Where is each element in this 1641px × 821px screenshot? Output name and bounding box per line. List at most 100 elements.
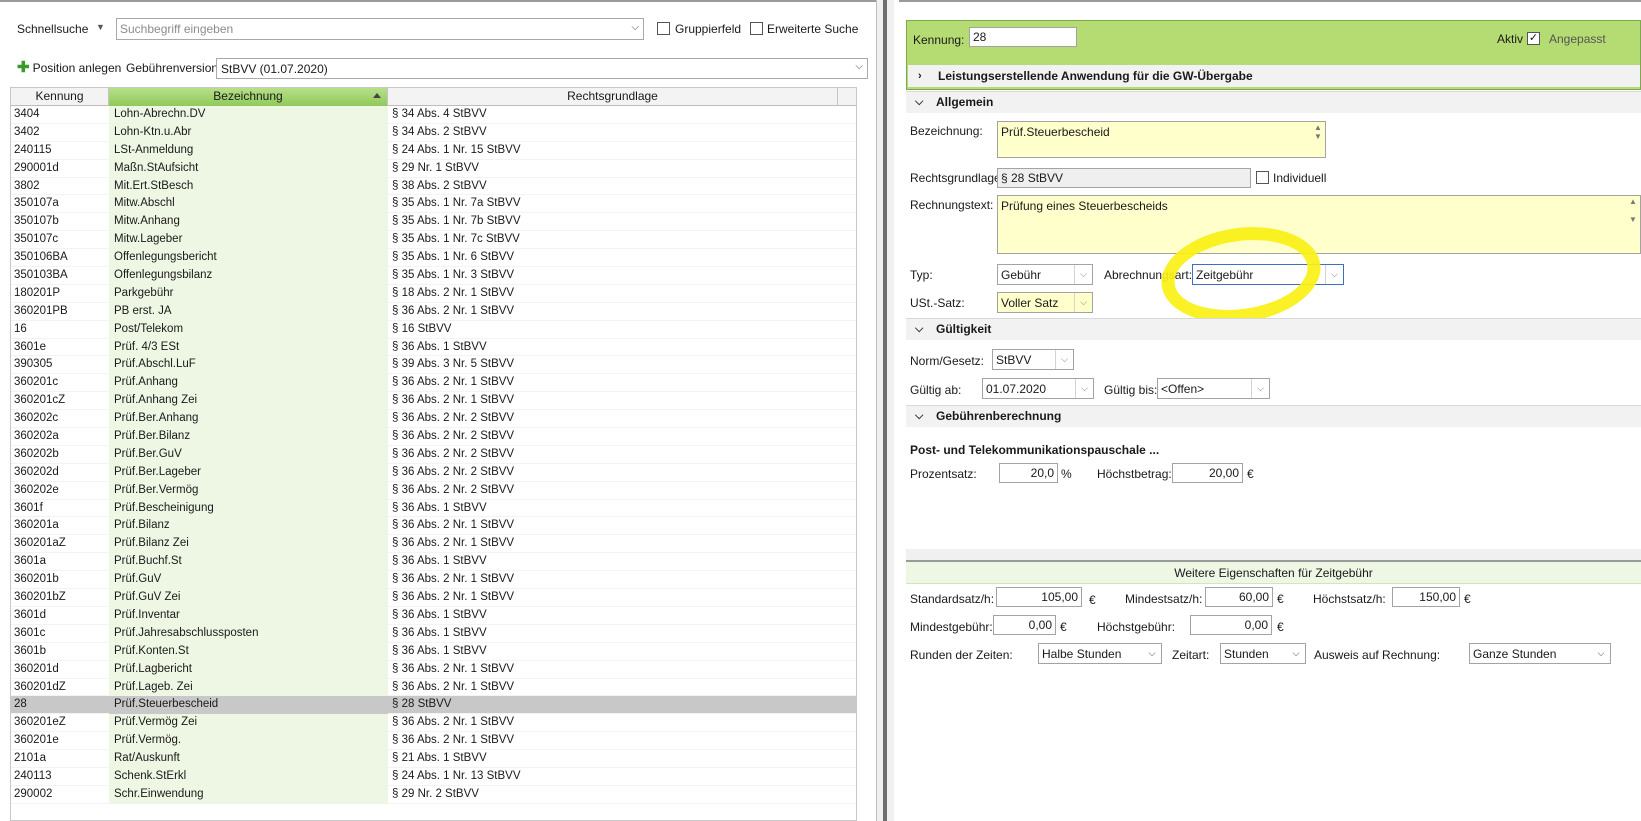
section-header-allgemein[interactable]: ⌵ Allgemein [906, 91, 1641, 113]
cell-kennung: 360201PB [14, 304, 68, 317]
bezeichnung-field[interactable]: Prüf.Steuerbescheid ▲ ▼ [997, 121, 1326, 158]
chevron-down-icon[interactable]: ⌵ [1143, 644, 1161, 663]
table-row[interactable]: 290002 Schr.Einwendung § 29 Nr. 2 StBVV [11, 785, 856, 804]
chevron-down-icon[interactable]: ⌵ [631, 22, 639, 33]
column-header-bezeichnung[interactable]: Bezeichnung [109, 88, 388, 106]
mindestgebuehr-field[interactable]: 0,00 [993, 615, 1056, 635]
runden-select[interactable]: Halbe Stunden ⌵ [1038, 643, 1162, 664]
ust-select[interactable]: Voller Satz ⌵ [997, 292, 1093, 313]
typ-select[interactable]: Gebühr ⌵ [997, 264, 1093, 285]
table-row[interactable]: 350107a Mitw.Abschl § 35 Abs. 1 Nr. 7a StB… [11, 195, 856, 214]
table-row[interactable]: 360201eZ Prüf.Vermög Zei § 36 Abs. 2 Nr. 1… [11, 714, 856, 733]
table-row[interactable]: 350107c Mitw.Lageber § 35 Abs. 1 Nr. 7c St… [11, 231, 856, 250]
gueltig-ab-field[interactable]: 01.07.2020 ⌵ [982, 378, 1094, 399]
mindestsatz-field[interactable]: 60,00 [1205, 587, 1273, 607]
chevron-down-icon[interactable]: ⌵ [1074, 293, 1092, 312]
table-row[interactable]: 360201a Prüf.Bilanz § 36 Abs. 2 Nr. 1 StBV… [11, 517, 856, 536]
table-row[interactable]: 3402 Lohn-Ktn.u.Abr § 34 Abs. 2 StBVV [11, 123, 856, 142]
quick-search-dropdown-icon[interactable]: ▼ [96, 22, 105, 32]
rechnungstext-field[interactable]: Prüfung eines Steuerbescheids ▲ ▼ [997, 195, 1641, 254]
table-row[interactable]: 350103BA Offenlegungsbilanz § 35 Abs. 1 Nr… [11, 267, 856, 285]
search-input[interactable] [117, 19, 617, 39]
table-row[interactable]: 360202c Prüf.Ber.Anhang § 36 Abs. 2 Nr. 2 … [11, 410, 856, 429]
table-row[interactable]: 360201PB PB erst. JA § 36 Abs. 2 Nr. 1 StB… [11, 302, 856, 321]
chevron-down-icon[interactable]: ⌵ [1325, 265, 1343, 284]
table-row[interactable]: 360201b Prüf.GuV § 36 Abs. 2 Nr. 1 StBVV [11, 571, 856, 590]
cell-bezeichnung: Prüf.Bilanz [109, 517, 388, 536]
search-input-box[interactable]: ⌵ [116, 18, 644, 40]
chevron-down-icon[interactable]: ⌵ [1075, 379, 1093, 398]
table-row[interactable]: 180201P Parkgebühr § 18 Abs. 2 Nr. 1 StBVV [11, 284, 856, 303]
standardsatz-field[interactable]: 105,00 [996, 587, 1082, 607]
kennung-field[interactable]: 28 [969, 27, 1077, 47]
table-row[interactable]: 360201d Prüf.Lagbericht § 36 Abs. 2 Nr. 1 … [11, 660, 856, 679]
section-header-gueltigkeit[interactable]: ⌵ Gültigkeit [906, 318, 1641, 340]
table-row[interactable]: 2101a Rat/Auskunft § 21 Abs. 1 StBVV [11, 750, 856, 768]
group-field-checkbox[interactable] [657, 22, 670, 35]
hoechstsatz-field[interactable]: 150,00 [1392, 587, 1460, 607]
table-row[interactable]: 390305 Prüf.Abschl.LuF § 39 Abs. 3 Nr. 5 S… [11, 356, 856, 375]
hoechstgebuehr-field[interactable]: 0,00 [1190, 615, 1272, 635]
cell-bezeichnung: Mitw.Abschl [109, 195, 388, 214]
fee-version-select[interactable]: StBVV (01.07.2020) ⌵ [216, 58, 868, 79]
table-row[interactable]: 350107b Mitw.Anhang § 35 Abs. 1 Nr. 7b StB… [11, 213, 856, 232]
chevron-down-icon[interactable]: ⌵ [855, 61, 863, 72]
gueltig-bis-field[interactable]: <Offen> ⌵ [1157, 378, 1270, 399]
table-row[interactable]: 360202e Prüf.Ber.Vermög § 36 Abs. 2 Nr. 2 … [11, 481, 856, 500]
chevron-down-icon[interactable]: ⌵ [1074, 265, 1092, 284]
prozentsatz-field[interactable]: 20,0 [999, 463, 1058, 483]
ust-label: USt.-Satz: [910, 296, 965, 310]
section-header-gebuehren[interactable]: ⌵ Gebührenberechnung [906, 405, 1641, 427]
section-header-leistung[interactable]: › Leistungserstellende Anwendung für die… [908, 65, 1640, 87]
ausweis-select[interactable]: Ganze Stunden ⌵ [1469, 643, 1611, 664]
table-row[interactable]: 360202d Prüf.Ber.Lageber § 36 Abs. 2 Nr. 2… [11, 463, 856, 482]
pane-splitter[interactable] [876, 0, 894, 821]
chevron-down-icon[interactable]: ⌵ [1251, 379, 1269, 398]
rechtsgrundlage-field[interactable]: § 28 StBVV [997, 168, 1251, 188]
cell-kennung: 16 [14, 322, 27, 335]
cell-kennung: 290002 [14, 787, 53, 800]
chevron-down-icon[interactable]: ⌵ [1592, 644, 1610, 663]
add-position-label: Position anlegen [32, 61, 122, 75]
cell-rechtsgrundlage: § 36 Abs. 2 Nr. 1 StBVV [392, 376, 515, 389]
cell-bezeichnung: Rat/Auskunft [109, 750, 388, 768]
table-row[interactable]: 3601a Prüf.Buchf.St § 36 Abs. 1 StBVV [11, 553, 856, 572]
chevron-down-icon[interactable]: ⌵ [1055, 350, 1073, 369]
hoechstbetrag-field[interactable]: 20,00 [1172, 463, 1243, 483]
column-header-rechtsgrundlage[interactable]: Rechtsgrundlage [388, 88, 838, 106]
table-row[interactable]: 360202b Prüf.Ber.GuV § 36 Abs. 2 Nr. 2 StB… [11, 445, 856, 464]
table-row[interactable]: 360201aZ Prüf.Bilanz Zei § 36 Abs. 2 Nr. 1… [11, 535, 856, 554]
table-row[interactable]: 360201c Prüf.Anhang § 36 Abs. 2 Nr. 1 StBV… [11, 374, 856, 393]
aktiv-checkbox[interactable]: ✓ [1527, 32, 1540, 45]
cell-kennung: 180201P [14, 286, 61, 299]
table-row[interactable]: 3601b Prüf.Konten.St § 36 Abs. 1 StBVV [11, 642, 856, 661]
table-row[interactable]: 3601f Prüf.Bescheinigung § 36 Abs. 1 StBVV [11, 499, 856, 518]
table-row[interactable]: 350106BA Offenlegungsbericht § 35 Abs. 1 N… [11, 249, 856, 268]
chevron-down-icon[interactable]: ⌵ [1287, 644, 1305, 663]
individuell-checkbox[interactable] [1256, 171, 1269, 184]
column-header-kennung[interactable]: Kennung [11, 88, 109, 106]
table-row[interactable]: 290001d Maßn.StAufsicht § 29 Nr. 1 StBVV [11, 159, 856, 178]
table-row[interactable]: 360202a Prüf.Ber.Bilanz § 36 Abs. 2 Nr. 2 … [11, 428, 856, 446]
add-position-button[interactable]: ✚ Position anlegen [17, 60, 122, 75]
extended-search-checkbox[interactable] [750, 22, 763, 35]
table-row[interactable]: 240113 Schenk.StErkl § 24 Abs. 1 Nr. 13 St… [11, 767, 856, 786]
cell-kennung: 3601b [14, 644, 46, 657]
table-row[interactable]: 360201cZ Prüf.Anhang Zei § 36 Abs. 2 Nr. 1… [11, 392, 856, 411]
table-row[interactable]: 16 Post/Telekom § 16 StBVV [11, 320, 856, 339]
table-row[interactable]: 3404 Lohn-Abrechn.DV § 34 Abs. 4 StBVV [11, 106, 856, 124]
cell-kennung: 2101a [14, 752, 46, 765]
table-row[interactable]: 360201e Prüf.Vermög. § 36 Abs. 2 Nr. 1 StB… [11, 732, 856, 751]
table-row[interactable]: 3601e Prüf. 4/3 ESt § 36 Abs. 1 StBVV [11, 338, 856, 357]
table-row[interactable]: 360201dZ Prüf.Lageb. Zei § 36 Abs. 2 Nr. 1… [11, 678, 856, 697]
table-row[interactable]: 240115 LSt-Anmeldung § 24 Abs. 1 Nr. 15 St… [11, 141, 856, 160]
table-row[interactable]: 3802 Mit.Ert.StBesch § 38 Abs. 2 StBVV [11, 177, 856, 196]
table-row[interactable]: 360201bZ Prüf.GuV Zei § 36 Abs. 2 Nr. 1 St… [11, 589, 856, 607]
cell-rechtsgrundlage: § 35 Abs. 1 Nr. 3 StBVV [392, 269, 515, 282]
sort-ascending-icon [373, 93, 381, 98]
table-row[interactable]: 3601d Prüf.Inventar § 36 Abs. 1 StBVV [11, 606, 856, 625]
table-row[interactable]: 28 Prüf.Steuerbescheid § 28 StBVV [11, 696, 856, 715]
norm-select[interactable]: StBVV ⌵ [992, 349, 1074, 370]
table-row[interactable]: 3601c Prüf.Jahresabschlussposten § 36 Abs.… [11, 624, 856, 643]
zeitart-select[interactable]: Stunden ⌵ [1220, 643, 1306, 664]
